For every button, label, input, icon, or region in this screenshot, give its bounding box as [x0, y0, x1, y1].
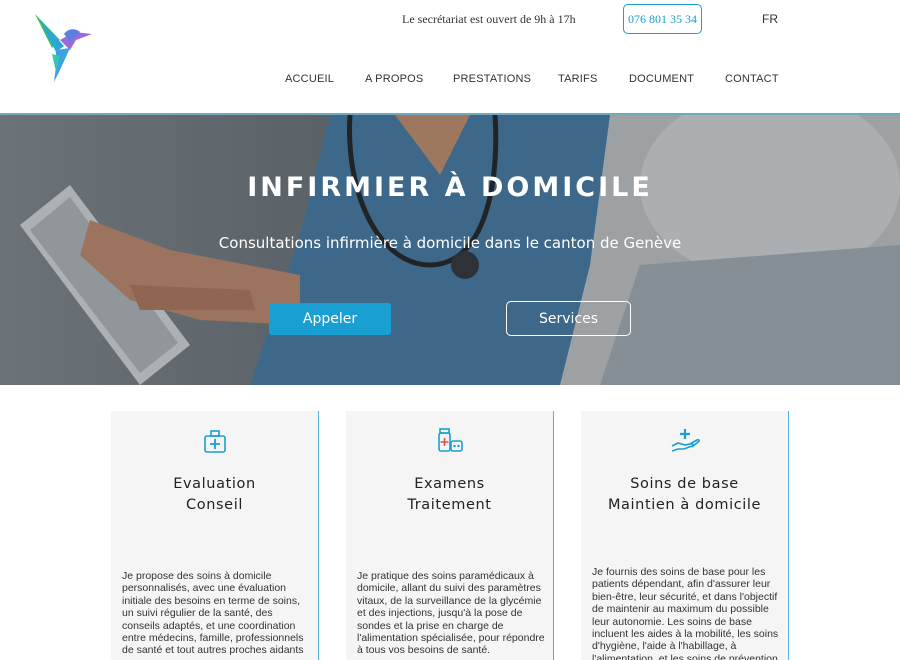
- nav-accueil[interactable]: ACCUEIL: [285, 73, 334, 85]
- secretariat-hours: Le secrétariat est ouvert de 9h à 17h: [402, 12, 576, 26]
- hero-subtitle: Consultations infirmière à domicile dans…: [218, 234, 682, 252]
- site-header: Le secrétariat est ouvert de 9h à 17h 07…: [0, 0, 900, 115]
- page: Le secrétariat est ouvert de 9h à 17h 07…: [0, 0, 900, 660]
- phone-button[interactable]: 076 801 35 34: [623, 4, 702, 34]
- card-description: Je fournis des soins de base pour les pa…: [592, 566, 779, 660]
- card-title: Examens Traitement: [346, 474, 553, 516]
- service-card-examens: Examens Traitement Je pratique des soins…: [346, 411, 554, 660]
- nav-tarifs[interactable]: TARIFS: [558, 73, 598, 85]
- language-selector[interactable]: FR: [762, 12, 778, 26]
- card-title-line2: Maintien à domicile: [607, 497, 762, 513]
- card-title-line1: Soins de base: [630, 476, 739, 492]
- card-title-line2: Conseil: [186, 497, 243, 513]
- main-nav: ACCUEIL A PROPOS PRESTATIONS TARIFS DOCU…: [0, 73, 900, 87]
- card-description: Je pratique des soins paramédicaux à dom…: [357, 570, 545, 657]
- medication-icon: [437, 428, 463, 452]
- service-card-soins: Soins de base Maintien à domicile Je fou…: [581, 411, 789, 660]
- nav-contact[interactable]: CONTACT: [725, 73, 779, 85]
- card-title: Evaluation Conseil: [111, 474, 318, 516]
- card-title-line1: Evaluation: [173, 476, 256, 492]
- nav-prestations[interactable]: PRESTATIONS: [453, 73, 531, 85]
- call-button[interactable]: Appeler: [269, 303, 391, 335]
- card-title-line2: Traitement: [407, 497, 492, 513]
- caring-hand-icon: [671, 429, 700, 452]
- nav-document[interactable]: DOCUMENT: [629, 73, 694, 85]
- services-button[interactable]: Services: [506, 301, 631, 336]
- nav-a-propos[interactable]: A PROPOS: [365, 73, 423, 85]
- card-title-line1: Examens: [414, 476, 485, 492]
- card-description: Je propose des soins à domicile personna…: [122, 570, 304, 657]
- service-card-evaluation: Evaluation Conseil Je propose des soins …: [111, 411, 319, 660]
- card-title: Soins de base Maintien à domicile: [581, 474, 788, 516]
- medical-kit-icon: [203, 430, 226, 453]
- hero-title: INFIRMIER À DOMICILE: [247, 172, 653, 203]
